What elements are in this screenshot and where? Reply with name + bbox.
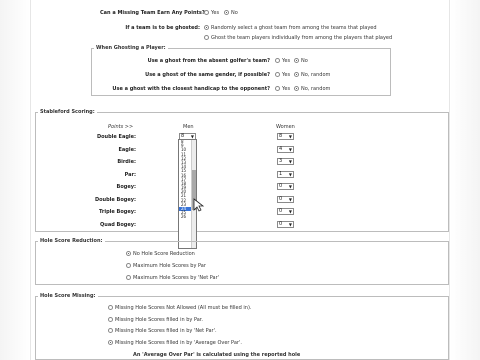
ghost-team-yes-radio[interactable] (275, 58, 280, 63)
stableford-row-label: Quad Bogey: (100, 221, 136, 228)
ghost-gender-yes-label: Yes (282, 72, 291, 78)
right-margin (450, 0, 480, 360)
women-points-value: 4 (279, 145, 283, 152)
women-points-select[interactable]: 8 ▼ (277, 133, 294, 140)
missing-team-no-radio[interactable] (224, 10, 229, 15)
dropdown-scrollbar[interactable] (191, 140, 196, 248)
ghost-team-yes-label: Yes (282, 58, 291, 64)
ghost-team-no-label: No (301, 58, 308, 64)
ghost-team-no-radio[interactable] (294, 58, 299, 63)
chevron-down-icon: ▼ (288, 196, 292, 202)
stableford-row-label: Double Eagle: (96, 134, 136, 140)
chevron-down-icon: ▼ (288, 159, 292, 164)
missing-not-allowed-label: Missing Hole Scores Not Allowed (All mus… (115, 305, 252, 311)
men-header: Men (183, 124, 194, 130)
reduction-par-radio[interactable] (126, 263, 131, 268)
ghost-individual-radio[interactable] (204, 35, 209, 40)
missing-team-yes-label: Yes (211, 10, 220, 16)
missing-not-allowed-radio[interactable] (108, 305, 113, 310)
stableford-row-label: Eagle: (118, 146, 136, 153)
hole-missing-legend: Hole Score Missing: (38, 293, 98, 299)
missing-par-label: Missing Hole Scores filled in by Par. (115, 317, 203, 323)
missing-net-par-label: Missing Hole Scores filled in by 'Net Pa… (115, 328, 217, 334)
missing-net-par-radio[interactable] (108, 328, 113, 333)
hole-reduction-legend: Hole Score Reduction: (38, 238, 105, 244)
ghost-handicap-yes-radio[interactable] (275, 86, 280, 91)
chevron-down-icon: ▼ (288, 209, 292, 214)
mouse-cursor-icon (193, 198, 205, 212)
ghost-random-team-label: Randomly select a ghost team from among … (211, 25, 377, 31)
chevron-down-icon: ▼ (288, 221, 292, 227)
points-header: Points >> (108, 124, 134, 130)
reduction-net-par-label: Maximum Hole Scores by 'Net Par' (133, 275, 220, 281)
ghost-gender-label: Use a ghost of the same gender, if possi… (145, 72, 270, 78)
team-ghosted-label: If a team is to be ghosted: (125, 25, 200, 31)
women-points-select[interactable]: 0 ▼ (277, 195, 294, 203)
reduction-none-label: No Hole Score Reduction (133, 251, 195, 257)
chevron-down-icon: ▼ (288, 146, 292, 152)
women-points-value: 8 (279, 133, 283, 139)
reduction-par-label: Maximum Hole Scores by Par (133, 263, 206, 269)
ghost-handicap-yes-label: Yes (282, 86, 291, 92)
stableford-row-label: Birdie: (117, 159, 136, 165)
ghost-team-label: Use a ghost from the absent golfer's tea… (147, 58, 270, 64)
ghost-handicap-no-label: No, random (301, 86, 331, 92)
women-points-value: 0 (279, 183, 283, 189)
ghost-individual-label: Ghost the team players individually from… (211, 35, 393, 41)
ghost-random-team-radio[interactable] (204, 25, 209, 30)
women-points-select[interactable]: 0 ▼ (277, 220, 294, 228)
missing-average-label: Missing Hole Scores filled in by 'Averag… (115, 340, 242, 346)
ghosting-player-legend: When Ghosting a Player: (94, 45, 168, 51)
ghost-gender-no-label: No, random (301, 72, 331, 78)
stableford-legend: Stableford Scoring: (38, 109, 97, 115)
women-points-value: 3 (279, 158, 283, 164)
stableford-row-label: Double Bogey: (94, 196, 136, 203)
missing-team-yes-radio[interactable] (204, 10, 209, 15)
missing-team-no-label: No (231, 10, 238, 16)
ghost-gender-yes-radio[interactable] (275, 72, 280, 77)
ghost-gender-no-radio[interactable] (294, 72, 299, 77)
reduction-none-radio[interactable] (126, 251, 131, 256)
chevron-down-icon: ▼ (288, 134, 292, 139)
average-note: An 'Average Over Par' is calculated usin… (133, 352, 301, 358)
stableford-row-label: Triple Bogey: (99, 209, 136, 215)
women-points-select[interactable]: 4 ▼ (277, 145, 294, 153)
women-header: Women (276, 124, 295, 130)
reduction-net-par-radio[interactable] (126, 275, 131, 280)
women-points-value: 0 (279, 195, 283, 202)
ghost-handicap-no-radio[interactable] (294, 86, 299, 91)
women-points-select[interactable]: 0 ▼ (277, 208, 294, 215)
missing-average-radio[interactable] (108, 340, 113, 345)
left-margin (0, 0, 30, 360)
ghost-handicap-label: Use a ghost with the closest handicap to… (112, 86, 270, 92)
stableford-row-label: Bogey: (116, 184, 136, 190)
hole-reduction-fieldset (35, 241, 449, 285)
missing-par-radio[interactable] (108, 317, 113, 322)
women-points-value: 1 (279, 170, 283, 177)
men-points-dropdown-list[interactable]: 8 9 10 11 12 13 14 15 16 17 18 19 20 21 22 23 24 25 26 (178, 139, 197, 249)
women-points-select[interactable]: 3 ▼ (277, 158, 294, 165)
chevron-down-icon: ▼ (288, 171, 292, 177)
women-points-select[interactable]: 1 ▼ (277, 170, 294, 178)
women-points-value: 0 (279, 208, 283, 214)
stableford-row-label: Par: (124, 171, 136, 178)
women-points-value: 0 (279, 220, 283, 227)
missing-team-label: Can a Missing Team Earn Any Points? (100, 10, 205, 16)
chevron-down-icon: ▼ (288, 184, 292, 189)
women-points-select[interactable]: 0 ▼ (277, 183, 294, 190)
